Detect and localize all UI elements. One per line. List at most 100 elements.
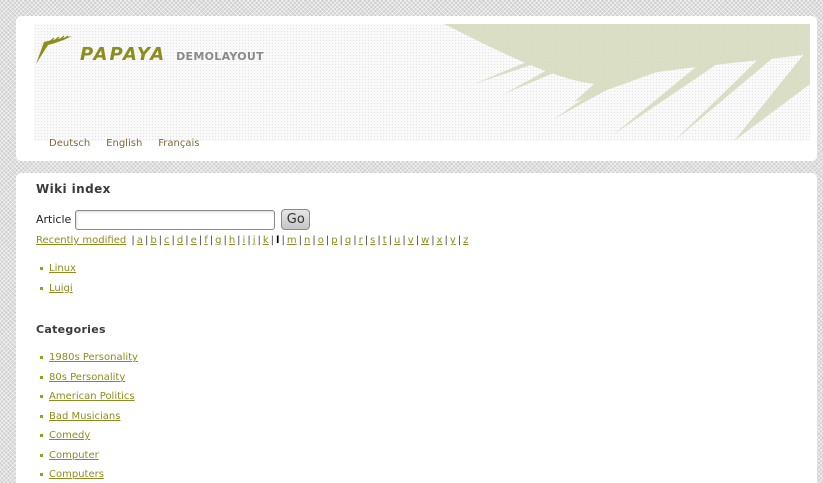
bullet-icon xyxy=(40,356,43,360)
letter-link-a[interactable]: a xyxy=(137,235,143,246)
header-banner: PAPAYA DEMOLAYOUT xyxy=(34,24,810,141)
category-link[interactable]: 1980s Personality xyxy=(49,352,138,363)
bullet-icon xyxy=(40,414,43,418)
alphabet-separator: | xyxy=(270,235,275,246)
letter-link-d[interactable]: d xyxy=(177,235,183,246)
bullet-icon xyxy=(40,395,43,399)
category-item: Computers xyxy=(40,465,138,483)
letter-link-o[interactable]: o xyxy=(318,235,324,246)
recently-modified-link[interactable]: Recently modified xyxy=(36,235,126,246)
lang-link-francais[interactable]: Français xyxy=(158,138,199,149)
article-list: Linux Luigi xyxy=(40,259,76,298)
categories-heading: Categories xyxy=(36,323,106,336)
language-nav: Deutsch English Français xyxy=(49,138,200,149)
category-link[interactable]: Computer xyxy=(49,450,99,461)
alphabet-separator: | xyxy=(444,235,448,246)
category-item: Computer xyxy=(40,446,138,466)
letter-link-e[interactable]: e xyxy=(191,235,197,246)
alphabet-separator: | xyxy=(237,235,241,246)
alphabet-separator: | xyxy=(247,235,251,246)
letter-link-q[interactable]: q xyxy=(345,235,351,246)
letter-link-c[interactable]: c xyxy=(164,235,170,246)
alphabet-separator: | xyxy=(131,235,135,246)
lang-link-english[interactable]: English xyxy=(106,138,142,149)
letter-link-z[interactable]: z xyxy=(463,235,468,246)
category-link[interactable]: Comedy xyxy=(49,430,90,441)
letter-link-v[interactable]: v xyxy=(408,235,414,246)
category-item: Bad Musicians xyxy=(40,407,138,427)
content-panel: Wiki index Article Go Recently modified … xyxy=(16,173,817,483)
letter-link-t[interactable]: t xyxy=(383,235,387,246)
letter-link-h[interactable]: h xyxy=(229,235,235,246)
letter-link-r[interactable]: r xyxy=(359,235,363,246)
letter-link-i[interactable]: i xyxy=(243,235,246,246)
letter-link-p[interactable]: p xyxy=(331,235,337,246)
letter-link-s[interactable]: s xyxy=(370,235,375,246)
letter-link-f[interactable]: f xyxy=(204,235,208,246)
alphabet-separator: | xyxy=(198,235,203,246)
letter-link-y[interactable]: y xyxy=(450,235,456,246)
category-item: Comedy xyxy=(40,426,138,446)
letter-link-j[interactable]: j xyxy=(253,235,256,246)
category-link[interactable]: Computers xyxy=(49,469,104,480)
letter-link-n[interactable]: n xyxy=(304,235,310,246)
article-item: Luigi xyxy=(40,279,76,299)
letter-link-b[interactable]: b xyxy=(150,235,156,246)
bullet-icon xyxy=(40,375,43,379)
letter-link-k[interactable]: k xyxy=(263,235,269,246)
header-panel: PAPAYA DEMOLAYOUT Deutsch English França… xyxy=(16,16,817,161)
alphabet-separator: | xyxy=(339,235,343,246)
alphabet-separator: | xyxy=(158,235,163,246)
alphabet-nav: Recently modified | a | b | c | d | e | f | g | h | i | j | k… xyxy=(36,235,468,246)
alphabet-separator: | xyxy=(431,235,435,246)
alphabet-separator: | xyxy=(415,235,420,246)
bullet-icon xyxy=(40,434,43,438)
alphabet-separator: | xyxy=(257,235,261,246)
bullet-icon xyxy=(40,286,43,290)
alphabet-separator: | xyxy=(171,235,175,246)
search-label: Article xyxy=(36,213,72,226)
letter-link-g[interactable]: g xyxy=(215,235,221,246)
article-link[interactable]: Linux xyxy=(49,263,76,274)
article-link[interactable]: Luigi xyxy=(49,283,73,294)
category-item: American Politics xyxy=(40,387,138,407)
alphabet-separator: | xyxy=(377,235,381,246)
alphabet-separator: | xyxy=(325,235,330,246)
logo-text: PAPAYA xyxy=(80,44,167,65)
bullet-icon xyxy=(40,453,43,457)
category-list: 1980s Personality 80s Personality American… xyxy=(40,348,138,483)
article-item: Linux xyxy=(40,259,76,279)
category-link[interactable]: American Politics xyxy=(49,391,135,402)
article-search-input[interactable] xyxy=(75,209,276,230)
alphabet-separator: | xyxy=(312,235,316,246)
alphabet-separator: | xyxy=(364,235,369,246)
go-button[interactable]: Go xyxy=(281,209,311,230)
alphabet-separator: | xyxy=(144,235,149,246)
lang-link-deutsch[interactable]: Deutsch xyxy=(49,138,90,149)
alphabet-separator: | xyxy=(223,235,227,246)
alphabet-separator: | xyxy=(388,235,393,246)
logo-subtitle: DEMOLAYOUT xyxy=(176,50,264,63)
page-title: Wiki index xyxy=(36,182,111,196)
bullet-icon xyxy=(40,473,43,477)
letter-link-w[interactable]: w xyxy=(421,235,429,246)
logo[interactable]: PAPAYA DEMOLAYOUT xyxy=(34,34,264,66)
papaya-logo-icon xyxy=(36,35,72,64)
letter-current-l: l xyxy=(276,235,280,246)
alphabet-separator: | xyxy=(298,235,302,246)
category-item: 1980s Personality xyxy=(40,348,138,368)
alphabet-separator: | xyxy=(209,235,214,246)
bullet-icon xyxy=(40,267,43,271)
alphabet-separator: | xyxy=(457,235,462,246)
category-link[interactable]: Bad Musicians xyxy=(49,411,120,422)
letter-link-m[interactable]: m xyxy=(287,235,297,246)
category-item: 80s Personality xyxy=(40,368,138,388)
alphabet-separator: | xyxy=(353,235,357,246)
search-form: Article Go xyxy=(36,209,311,230)
alphabet-separator: | xyxy=(402,235,406,246)
letter-link-u[interactable]: u xyxy=(394,235,400,246)
alphabet-separator: | xyxy=(185,235,189,246)
letter-link-x[interactable]: x xyxy=(437,235,443,246)
alphabet-separator: | xyxy=(281,235,285,246)
category-link[interactable]: 80s Personality xyxy=(49,372,125,383)
